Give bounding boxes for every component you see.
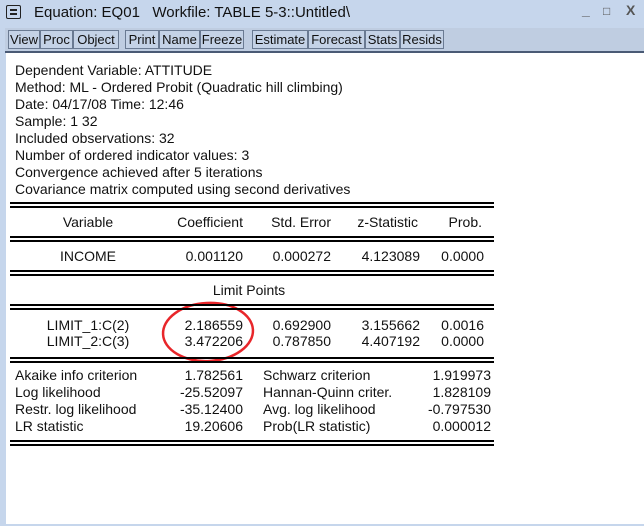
toolbar: View Proc Object Print Name Freeze Estimate For… [5, 28, 644, 53]
table-divider [10, 270, 494, 276]
header-line: Sample: 1 32 [15, 113, 98, 129]
table-divider [10, 236, 494, 242]
header-line: Dependent Variable: ATTITUDE [15, 62, 213, 78]
stat-label: LR statistic [15, 418, 84, 434]
maximize-button[interactable]: □ [603, 4, 610, 18]
header-line: Included observations: 32 [15, 130, 175, 146]
coef-cell: 0.000272 [272, 248, 331, 264]
window-menu-icon[interactable] [6, 5, 21, 19]
table-divider [10, 440, 494, 446]
stat-value: -0.797530 [427, 401, 491, 417]
toolbar-button-print[interactable]: Print [125, 30, 159, 49]
toolbar-button-resids[interactable]: Resids [400, 30, 444, 49]
stat-value: 0.000012 [432, 418, 491, 434]
toolbar-button-forecast[interactable]: Forecast [308, 30, 365, 49]
stat-value: 1.919973 [432, 367, 491, 383]
stat-label: Akaike info criterion [15, 367, 138, 383]
close-button[interactable]: X [626, 2, 635, 18]
toolbar-button-name[interactable]: Name [159, 30, 200, 49]
stat-value: -35.12400 [179, 401, 243, 417]
table-divider [10, 304, 494, 310]
window-title: Equation: EQ01 Workfile: TABLE 5-3::Unti… [34, 4, 350, 21]
stat-value: 19.20606 [184, 418, 243, 434]
limit-cell: 0.0016 [441, 317, 484, 333]
column-header: z-Statistic [357, 214, 418, 230]
stat-value: -25.52097 [179, 384, 243, 400]
column-header: Std. Error [271, 214, 331, 230]
coef-cell: 4.123089 [361, 248, 420, 264]
limit-cell: 3.155662 [361, 317, 420, 333]
toolbar-button-view[interactable]: View [8, 30, 40, 49]
limit-cell: 0.787850 [272, 333, 331, 349]
limit-name: LIMIT_2:C(3) [46, 333, 130, 349]
title-bar: Equation: EQ01 Workfile: TABLE 5-3::Unti… [0, 0, 644, 28]
column-header: Coefficient [177, 214, 243, 230]
limit-cell: 0.692900 [272, 317, 331, 333]
column-header: Prob. [448, 214, 482, 230]
header-line: Date: 04/17/08 Time: 12:46 [15, 96, 184, 112]
table-divider [10, 357, 494, 363]
header-line: Number of ordered indicator values: 3 [15, 147, 250, 163]
stat-label: Hannan-Quinn criter. [263, 384, 393, 400]
toolbar-button-estimate[interactable]: Estimate [252, 30, 308, 49]
header-line: Convergence achieved after 5 iterations [15, 164, 263, 180]
toolbar-button-object[interactable]: Object [73, 30, 119, 49]
minimize-button[interactable]: _ [582, 2, 590, 18]
limit-points-title: Limit Points [212, 282, 286, 298]
column-header: Variable [62, 214, 114, 230]
toolbar-button-stats[interactable]: Stats [365, 30, 400, 49]
estimation-output: Dependent Variable: ATTITUDE Method: ML -… [6, 53, 644, 524]
limit-cell: 3.472206 [184, 333, 243, 349]
stat-value: 1.828109 [432, 384, 491, 400]
header-line: Covariance matrix computed using second … [15, 181, 351, 197]
stat-label: Restr. log likelihood [15, 401, 137, 417]
header-line: Method: ML - Ordered Probit (Quadratic h… [15, 79, 343, 95]
limit-cell: 2.186559 [184, 317, 243, 333]
toolbar-button-freeze[interactable]: Freeze [200, 30, 244, 49]
coef-cell: 0.001120 [185, 248, 243, 264]
toolbar-button-proc[interactable]: Proc [40, 30, 73, 49]
stat-label: Avg. log likelihood [263, 401, 376, 417]
variable-name: INCOME [60, 248, 116, 264]
coef-cell: 0.0000 [441, 248, 484, 264]
limit-cell: 0.0000 [441, 333, 484, 349]
limit-name: LIMIT_1:C(2) [46, 317, 130, 333]
stat-label: Log likelihood [15, 384, 101, 400]
stat-value: 1.782561 [184, 367, 243, 383]
stat-label: Prob(LR statistic) [263, 418, 371, 434]
limit-cell: 4.407192 [361, 333, 420, 349]
table-divider [10, 202, 494, 208]
stat-label: Schwarz criterion [263, 367, 371, 383]
